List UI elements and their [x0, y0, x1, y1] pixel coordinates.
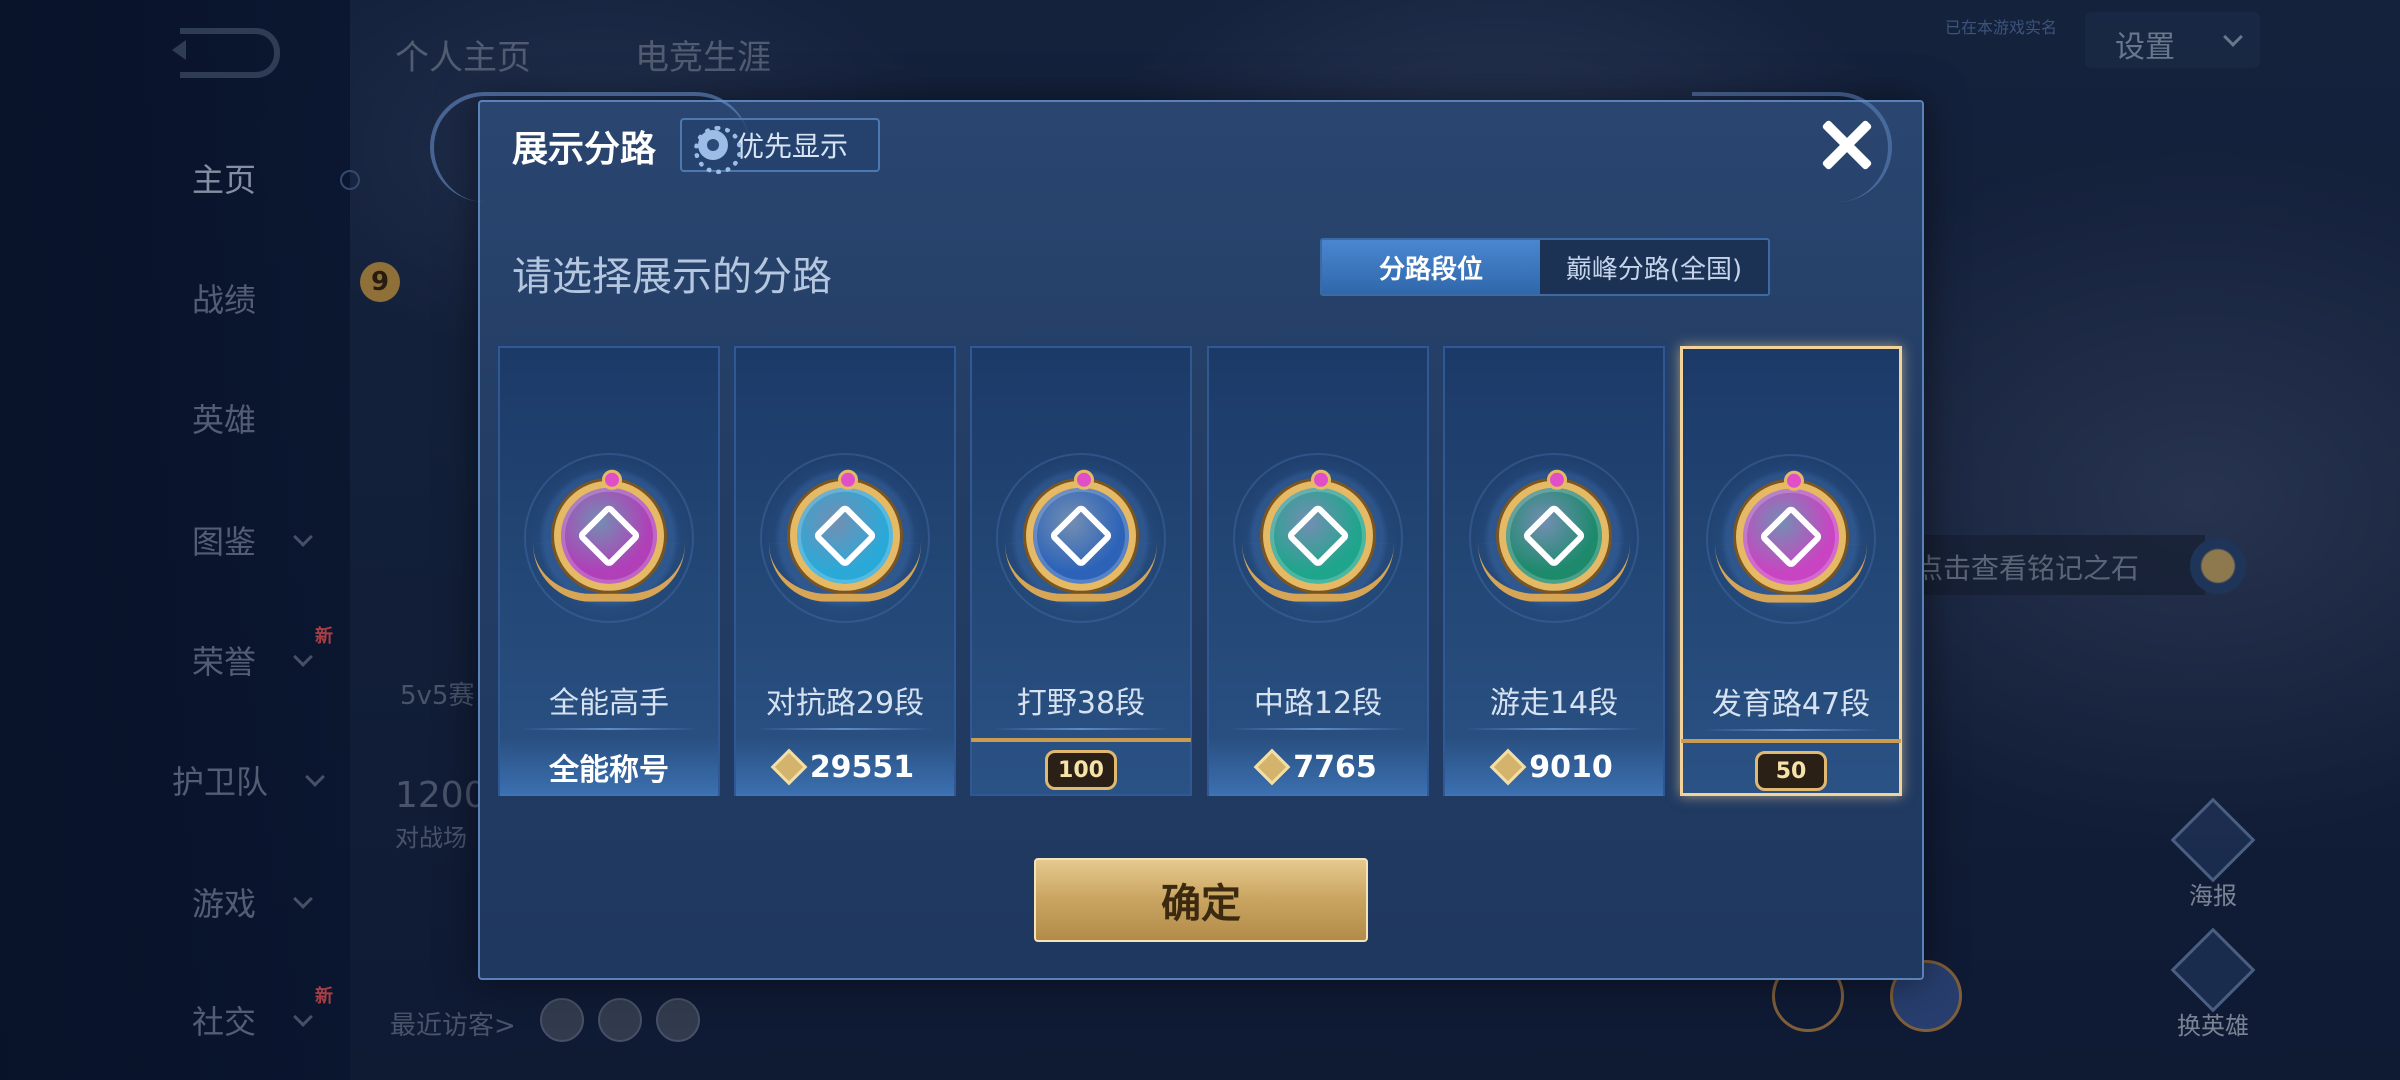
close-button[interactable] — [1812, 110, 1882, 180]
divider — [1703, 729, 1879, 731]
divider — [1465, 728, 1643, 730]
emblem-halo — [524, 453, 694, 623]
peak-level-badge: 100 — [971, 738, 1191, 798]
lane-name: 游走14段 — [1489, 686, 1619, 721]
tab-peak-lane[interactable]: 巅峰分路(全国) — [1540, 240, 1768, 294]
lane-emblem-icon — [769, 469, 921, 602]
lane-glyph-icon — [576, 503, 642, 569]
emblem-halo — [1706, 454, 1876, 624]
divider — [992, 728, 1170, 730]
lane-card[interactable]: 发育路47段 50 — [1680, 346, 1902, 796]
lane-emblem-icon — [1715, 470, 1867, 603]
peak-level-badge: 50 — [1681, 739, 1901, 799]
section-title: 请选择展示的分路 — [512, 254, 832, 300]
lane-emblem-icon — [533, 469, 685, 602]
lane-glyph-icon — [812, 503, 878, 569]
lane-name: 打野38段 — [1016, 686, 1146, 721]
divider — [1229, 728, 1407, 730]
lane-footer: 7765 — [1209, 738, 1427, 796]
lane-emblem-icon — [1242, 469, 1394, 602]
dialog-title: 展示分路 — [512, 129, 657, 170]
emblem-halo — [1233, 453, 1403, 623]
lane-score: 29551 — [809, 749, 915, 785]
emblem-halo — [1469, 453, 1639, 623]
lane-glyph-icon — [1758, 504, 1824, 570]
lane-score: 9010 — [1529, 749, 1613, 785]
lane-card[interactable]: 打野38段 100 — [970, 346, 1192, 796]
score-diamond-icon — [770, 748, 808, 786]
segment-toggle: 分路段位 巅峰分路(全国) — [1320, 238, 1770, 296]
lane-cards: 全能高手 全能称号 对抗路29段 29551 打野38段 100 中路12段 7765 游走14… — [498, 346, 1908, 796]
lane-card[interactable]: 全能高手 全能称号 — [498, 346, 720, 796]
priority-display-button[interactable]: 优先显示 — [680, 118, 880, 174]
lane-glyph-icon — [1048, 503, 1114, 569]
lane-name: 中路12段 — [1253, 686, 1383, 721]
peak-level-value: 100 — [1045, 750, 1117, 790]
lane-card[interactable]: 对抗路29段 29551 — [734, 346, 956, 796]
lane-glyph-icon — [1285, 503, 1351, 569]
lane-name: 对抗路29段 — [765, 686, 925, 721]
score-diamond-icon — [1489, 748, 1527, 786]
emblem-halo — [996, 453, 1166, 623]
divider — [520, 728, 698, 730]
lane-footer: 29551 — [736, 738, 954, 796]
score-diamond-icon — [1253, 748, 1291, 786]
lane-display-dialog: 展示分路 优先显示 请选择展示的分路 分路段位 巅峰分路(全国) 全能高手全能称… — [430, 92, 1924, 980]
emblem-halo — [760, 453, 930, 623]
lane-card[interactable]: 游走14段 9010 — [1443, 346, 1665, 796]
confirm-button[interactable]: 确定 — [1034, 858, 1368, 942]
lane-emblem-icon — [1478, 469, 1630, 602]
lane-glyph-icon — [1521, 503, 1587, 569]
peak-level-value: 50 — [1755, 751, 1827, 791]
lane-emblem-icon — [1005, 469, 1157, 602]
lane-card[interactable]: 中路12段 7765 — [1207, 346, 1429, 796]
lane-footer: 全能称号 — [500, 738, 718, 796]
priority-display-label: 优先显示 — [736, 130, 849, 163]
lane-title: 全能称号 — [549, 753, 669, 788]
lane-name: 发育路47段 — [1711, 687, 1871, 722]
lane-name: 全能高手 — [549, 686, 669, 721]
lane-score: 7765 — [1293, 749, 1377, 785]
divider — [756, 728, 934, 730]
tab-lane-rank[interactable]: 分路段位 — [1322, 240, 1540, 294]
gear-icon — [694, 126, 742, 174]
lane-footer: 9010 — [1445, 738, 1663, 796]
